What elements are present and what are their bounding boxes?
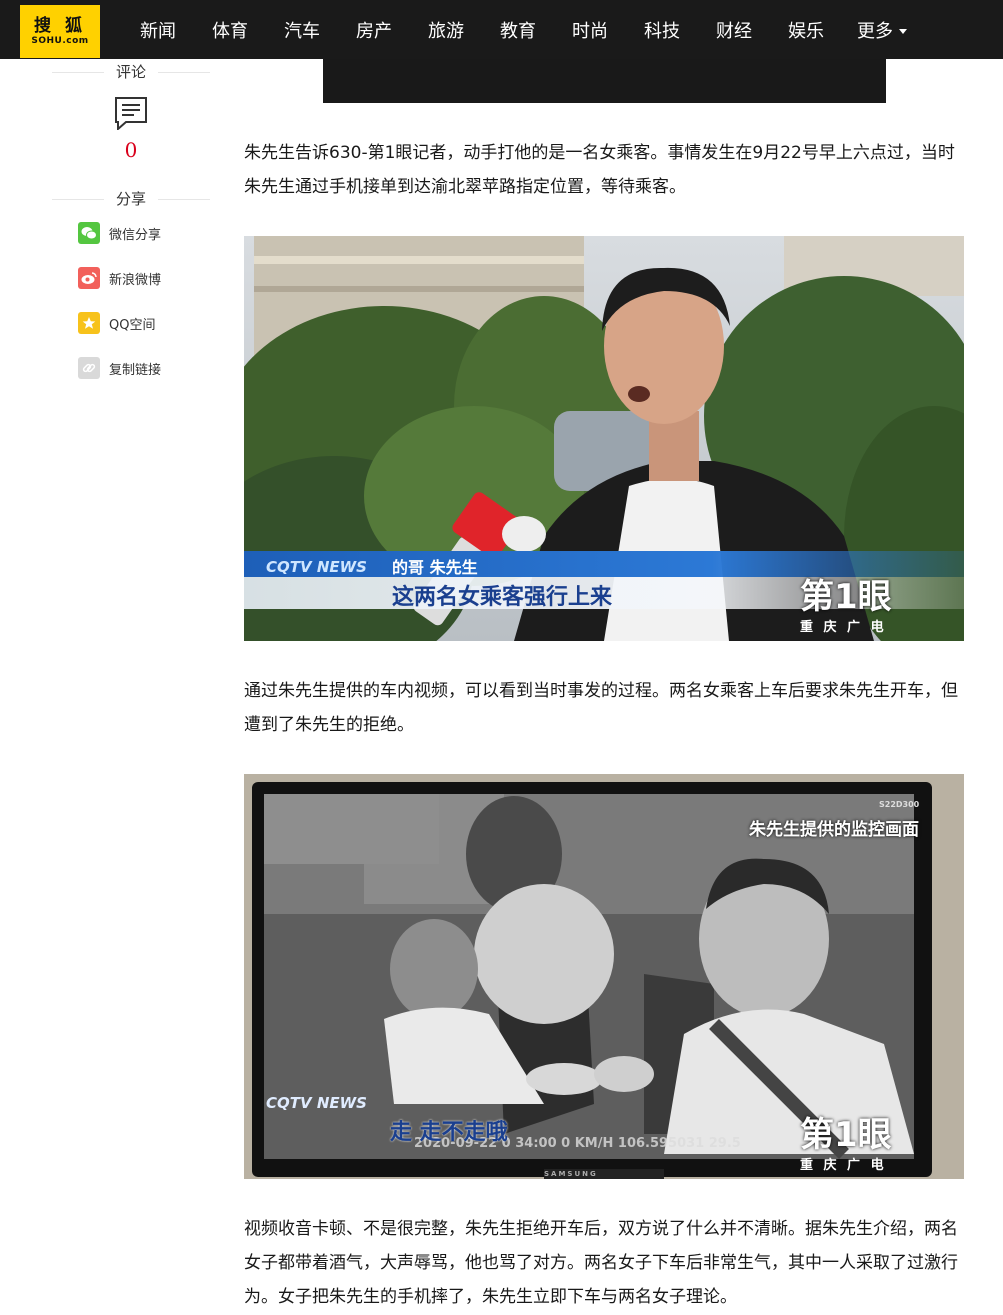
nav-item-house[interactable]: 房产: [338, 17, 410, 43]
divider: [52, 199, 104, 200]
link-icon: [78, 357, 100, 379]
channel-watermark: CQTV NEWS: [266, 1094, 367, 1112]
nav-more-label: 更多: [857, 20, 893, 42]
sohu-logo[interactable]: 搜 狐 SOHU.com: [20, 5, 100, 58]
station-logo: 第1眼: [800, 577, 892, 617]
nav-item-auto[interactable]: 汽车: [266, 17, 338, 43]
weibo-icon: [78, 267, 100, 289]
share-qzone-button[interactable]: QQ空间: [78, 311, 155, 335]
divider: [158, 72, 210, 73]
copy-link-button[interactable]: 复制链接: [78, 356, 161, 380]
article-paragraph: 通过朱先生提供的车内视频，可以看到当时事发的过程。两名女乘客上车后要求朱先生开车…: [244, 681, 958, 735]
article-paragraph: 视频收音卡顿、不是很完整，朱先生拒绝开车后，双方说了什么并不清晰。据朱先生介绍，…: [244, 1219, 958, 1307]
speaker-tag: 的哥 朱先生: [392, 558, 478, 577]
logo-english-text: SOHU.com: [31, 36, 89, 46]
nav-item-entertainment[interactable]: 娱乐: [770, 17, 842, 43]
nav-more-menu[interactable]: 更多: [842, 17, 922, 43]
qzone-icon: [78, 312, 100, 334]
article-image-interview: CQTV NEWS 的哥 朱先生 这两名女乘客强行上来 第1眼 重 庆 广 电: [244, 236, 964, 641]
article-image-dashcam: S22D300 朱先生提供的监控画面 CQTV NEWS 2020-09-22 …: [244, 774, 964, 1179]
nav-item-news[interactable]: 新闻: [122, 17, 194, 43]
share-wechat-label: 微信分享: [109, 227, 162, 243]
share-section-label: 分享: [115, 190, 146, 208]
station-logo: 第1眼: [800, 1115, 892, 1155]
nav-item-tech[interactable]: 科技: [626, 17, 698, 43]
article-paragraph: 朱先生告诉630-第1眼记者，动手打他的是一名女乘客。事情发生在9月22号早上六…: [244, 143, 955, 197]
station-subtitle: 重 庆 广 电: [800, 620, 887, 635]
nav-item-finance[interactable]: 财经: [698, 17, 770, 43]
logo-chinese-text: 搜 狐: [34, 16, 86, 36]
comment-count[interactable]: 0: [114, 138, 148, 162]
nav-item-education[interactable]: 教育: [482, 17, 554, 43]
share-weibo-button[interactable]: 新浪微博: [78, 266, 161, 290]
share-wechat-button[interactable]: 微信分享: [78, 221, 161, 245]
main-nav: 新闻 体育 汽车 房产 旅游 教育 时尚 科技 财经 娱乐 更多: [122, 0, 922, 59]
video-subtitle: 这两名女乘客强行上来: [392, 585, 613, 610]
comment-section-label: 评论: [115, 63, 146, 81]
comment-icon[interactable]: [114, 96, 148, 132]
top-navigation-bar: 搜 狐 SOHU.com 新闻 体育 汽车 房产 旅游 教育 时尚 科技 财经 …: [0, 0, 1003, 59]
station-subtitle: 重 庆 广 电: [800, 1158, 887, 1173]
divider: [52, 72, 104, 73]
wechat-icon: [78, 222, 100, 244]
share-qzone-label: QQ空间: [109, 317, 156, 333]
overlay-title: 朱先生提供的监控画面: [749, 820, 919, 840]
channel-watermark: CQTV NEWS: [266, 558, 367, 576]
caret-down-icon: [899, 29, 907, 34]
nav-item-travel[interactable]: 旅游: [410, 17, 482, 43]
share-weibo-label: 新浪微博: [109, 272, 162, 288]
copy-link-label: 复制链接: [109, 362, 162, 378]
nav-item-fashion[interactable]: 时尚: [554, 17, 626, 43]
divider: [158, 199, 210, 200]
nav-item-sports[interactable]: 体育: [194, 17, 266, 43]
video-player-bottom[interactable]: [323, 59, 886, 103]
monitor-model-tag: S22D300: [879, 800, 920, 809]
video-subtitle: 走 走不走哦: [390, 1120, 508, 1145]
monitor-brand: SAMSUNG: [544, 1170, 598, 1178]
